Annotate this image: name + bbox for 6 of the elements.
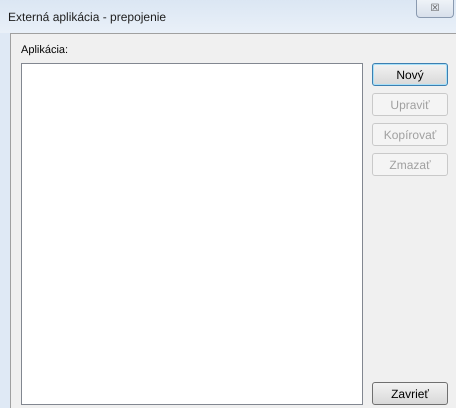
window-title: Externá aplikácia - prepojenie [8, 9, 166, 26]
dialog-button[interactable]: Nový [372, 63, 448, 86]
dialog-button[interactable]: Zavrieť [372, 382, 448, 405]
application-list[interactable] [21, 63, 363, 405]
close-button[interactable]: ☒ [416, 0, 454, 18]
list-label: Aplikácia: [21, 43, 70, 58]
